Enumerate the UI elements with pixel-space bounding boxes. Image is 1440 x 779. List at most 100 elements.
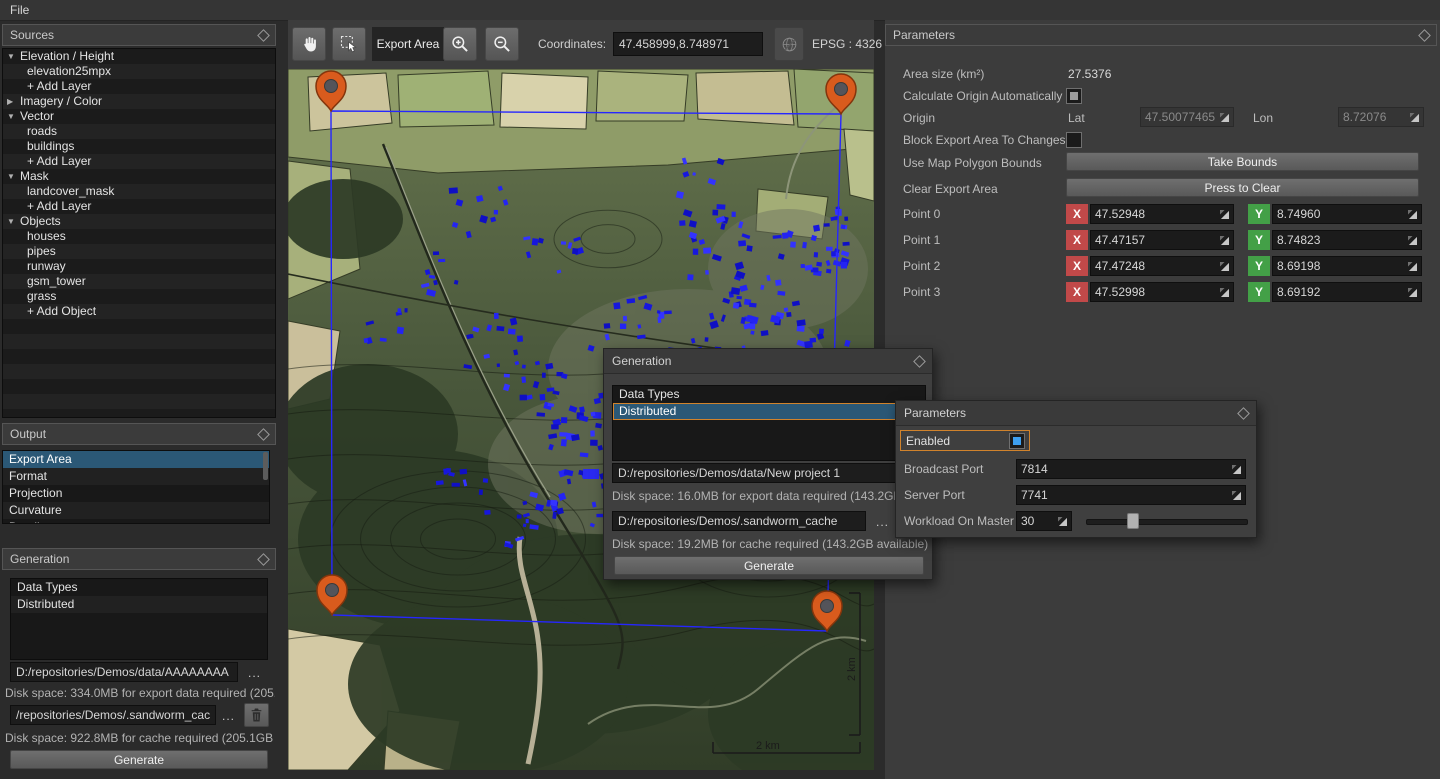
point-3-label: Point 3 xyxy=(903,282,940,302)
zoom-out-button[interactable] xyxy=(485,27,519,61)
calc-origin-checkbox[interactable] xyxy=(1066,88,1082,104)
source-layer-runway[interactable]: runway xyxy=(3,259,275,274)
block-export-label: Block Export Area To Changes xyxy=(903,130,1066,150)
point-1-x-field[interactable]: 47.47157 xyxy=(1090,230,1234,250)
source-layer-pipes[interactable]: pipes xyxy=(3,244,275,259)
source-group-objects[interactable]: ▼Objects xyxy=(3,214,275,229)
source-add-add-layer[interactable]: + Add Layer xyxy=(3,79,275,94)
source-group-vector[interactable]: ▼Vector xyxy=(3,109,275,124)
output-scrollbar[interactable] xyxy=(263,452,268,480)
broadcast-port-field[interactable]: 7814 xyxy=(1016,459,1246,479)
output-item-export-area[interactable]: Export Area xyxy=(3,451,269,468)
collapse-diamond-icon[interactable] xyxy=(257,29,270,42)
coordinates-input[interactable] xyxy=(613,32,763,56)
point-0-label: Point 0 xyxy=(903,204,940,224)
dialog-export-path-input[interactable] xyxy=(612,463,926,483)
source-group-imagery-color[interactable]: ▶Imagery / Color xyxy=(3,94,275,109)
collapse-diamond-icon[interactable] xyxy=(1418,29,1431,42)
generation-item-distributed[interactable]: Distributed xyxy=(11,596,267,613)
tree-item-label: Vector xyxy=(20,109,54,123)
dialog-generation-item-data-types[interactable]: Data Types xyxy=(613,386,925,403)
menu-file[interactable]: File xyxy=(0,3,39,17)
source-add-add-object[interactable]: + Add Object xyxy=(3,304,275,319)
lat-label: Lat xyxy=(1068,108,1085,128)
generation-panel-header[interactable]: Generation xyxy=(2,548,276,570)
source-add-add-layer[interactable]: + Add Layer xyxy=(3,154,275,169)
point-1-y-field[interactable]: 8.74823 xyxy=(1272,230,1422,250)
lon-label: Lon xyxy=(1253,108,1273,128)
output-panel-header[interactable]: Output xyxy=(2,423,276,445)
server-port-field[interactable]: 7741 xyxy=(1016,485,1246,505)
source-layer-buildings[interactable]: buildings xyxy=(3,139,275,154)
origin-lon-field[interactable]: 8.72076 xyxy=(1338,107,1424,127)
distributed-parameters-dialog: Parameters Enabled Broadcast Port 7814 S… xyxy=(895,400,1257,538)
trash-icon xyxy=(250,708,263,722)
source-layer-houses[interactable]: houses xyxy=(3,229,275,244)
point-0-x-field[interactable]: 47.52948 xyxy=(1090,204,1234,224)
point-3-y-field[interactable]: 8.69192 xyxy=(1272,282,1422,302)
distributed-parameters-header[interactable]: Parameters xyxy=(896,401,1256,426)
collapse-diamond-icon[interactable] xyxy=(1237,407,1250,420)
source-add-add-layer[interactable]: + Add Layer xyxy=(3,199,275,214)
origin-lat-field[interactable]: 47.50077465 xyxy=(1140,107,1234,127)
tree-item-label: elevation25mpx xyxy=(27,64,111,78)
output-item-projection[interactable]: Projection xyxy=(3,485,269,502)
drag-value-icon xyxy=(1408,210,1417,219)
output-item-curvature[interactable]: Curvature xyxy=(3,502,269,519)
workload-slider-track[interactable] xyxy=(1086,519,1248,525)
source-group-mask[interactable]: ▼Mask xyxy=(3,169,275,184)
collapse-diamond-icon[interactable] xyxy=(257,553,270,566)
source-group-elevation-height[interactable]: ▼Elevation / Height xyxy=(3,49,275,64)
source-layer-elevation25mpx[interactable]: elevation25mpx xyxy=(3,64,275,79)
source-layer-gsm-tower[interactable]: gsm_tower xyxy=(3,274,275,289)
point-3-x-field[interactable]: 47.52998 xyxy=(1090,282,1234,302)
cache-path-input[interactable] xyxy=(10,705,216,725)
generate-button[interactable]: Generate xyxy=(10,750,268,769)
source-layer-roads[interactable]: roads xyxy=(3,124,275,139)
chevron-down-icon[interactable]: ▼ xyxy=(7,109,20,124)
dialog-generation-item-distributed[interactable]: Distributed xyxy=(613,403,925,420)
chevron-right-icon[interactable]: ▶ xyxy=(7,94,20,109)
point-2-y-field[interactable]: 8.69198 xyxy=(1272,256,1422,276)
dialog-generate-button[interactable]: Generate xyxy=(614,556,924,575)
generation-dialog-header[interactable]: Generation xyxy=(604,349,932,374)
workload-field[interactable]: 30 xyxy=(1016,511,1072,531)
calc-origin-label: Calculate Origin Automatically xyxy=(903,86,1062,106)
select-cursor-icon xyxy=(339,34,359,54)
point-0-y-field[interactable]: 8.74960 xyxy=(1272,204,1422,224)
export-path-input[interactable] xyxy=(10,662,238,682)
dialog-browse-cache-button[interactable]: ... xyxy=(876,515,889,529)
source-layer-grass[interactable]: grass xyxy=(3,289,275,304)
sources-panel-header[interactable]: Sources xyxy=(2,24,276,46)
zoom-out-icon xyxy=(492,34,512,54)
pan-tool-button[interactable] xyxy=(292,27,326,61)
server-port-label: Server Port xyxy=(904,485,965,505)
chevron-down-icon[interactable]: ▼ xyxy=(7,169,20,184)
press-to-clear-button[interactable]: Press to Clear xyxy=(1066,178,1419,197)
browse-export-button[interactable]: ... xyxy=(248,666,261,680)
chevron-down-icon[interactable]: ▼ xyxy=(7,214,20,229)
zoom-in-button[interactable] xyxy=(443,27,477,61)
source-layer-landcover-mask[interactable]: landcover_mask xyxy=(3,184,275,199)
output-item-details[interactable]: Details xyxy=(3,519,269,524)
collapse-diamond-icon[interactable] xyxy=(257,428,270,441)
parameters-panel-header[interactable]: Parameters xyxy=(885,24,1437,46)
enabled-checkbox[interactable] xyxy=(1009,433,1025,449)
dialog-export-disk-text: Disk space: 16.0MB for export data requi… xyxy=(612,489,930,503)
enabled-label: Enabled xyxy=(906,431,950,451)
point-2-label: Point 2 xyxy=(903,256,940,276)
point-2-x-field[interactable]: 47.47248 xyxy=(1090,256,1234,276)
chevron-down-icon[interactable]: ▼ xyxy=(7,49,20,64)
take-bounds-button[interactable]: Take Bounds xyxy=(1066,152,1419,171)
browse-cache-button[interactable]: ... xyxy=(222,709,235,723)
drag-value-icon xyxy=(1232,491,1241,500)
workload-slider-handle[interactable] xyxy=(1127,513,1139,529)
dialog-cache-path-input[interactable] xyxy=(612,511,866,531)
select-area-tool-button[interactable] xyxy=(332,27,366,61)
output-item-format[interactable]: Format xyxy=(3,468,269,485)
generation-item-data-types[interactable]: Data Types xyxy=(11,579,267,596)
projection-globe-button[interactable] xyxy=(774,27,804,61)
clear-cache-button[interactable] xyxy=(244,703,269,727)
collapse-diamond-icon[interactable] xyxy=(913,355,926,368)
block-export-checkbox[interactable] xyxy=(1066,132,1082,148)
